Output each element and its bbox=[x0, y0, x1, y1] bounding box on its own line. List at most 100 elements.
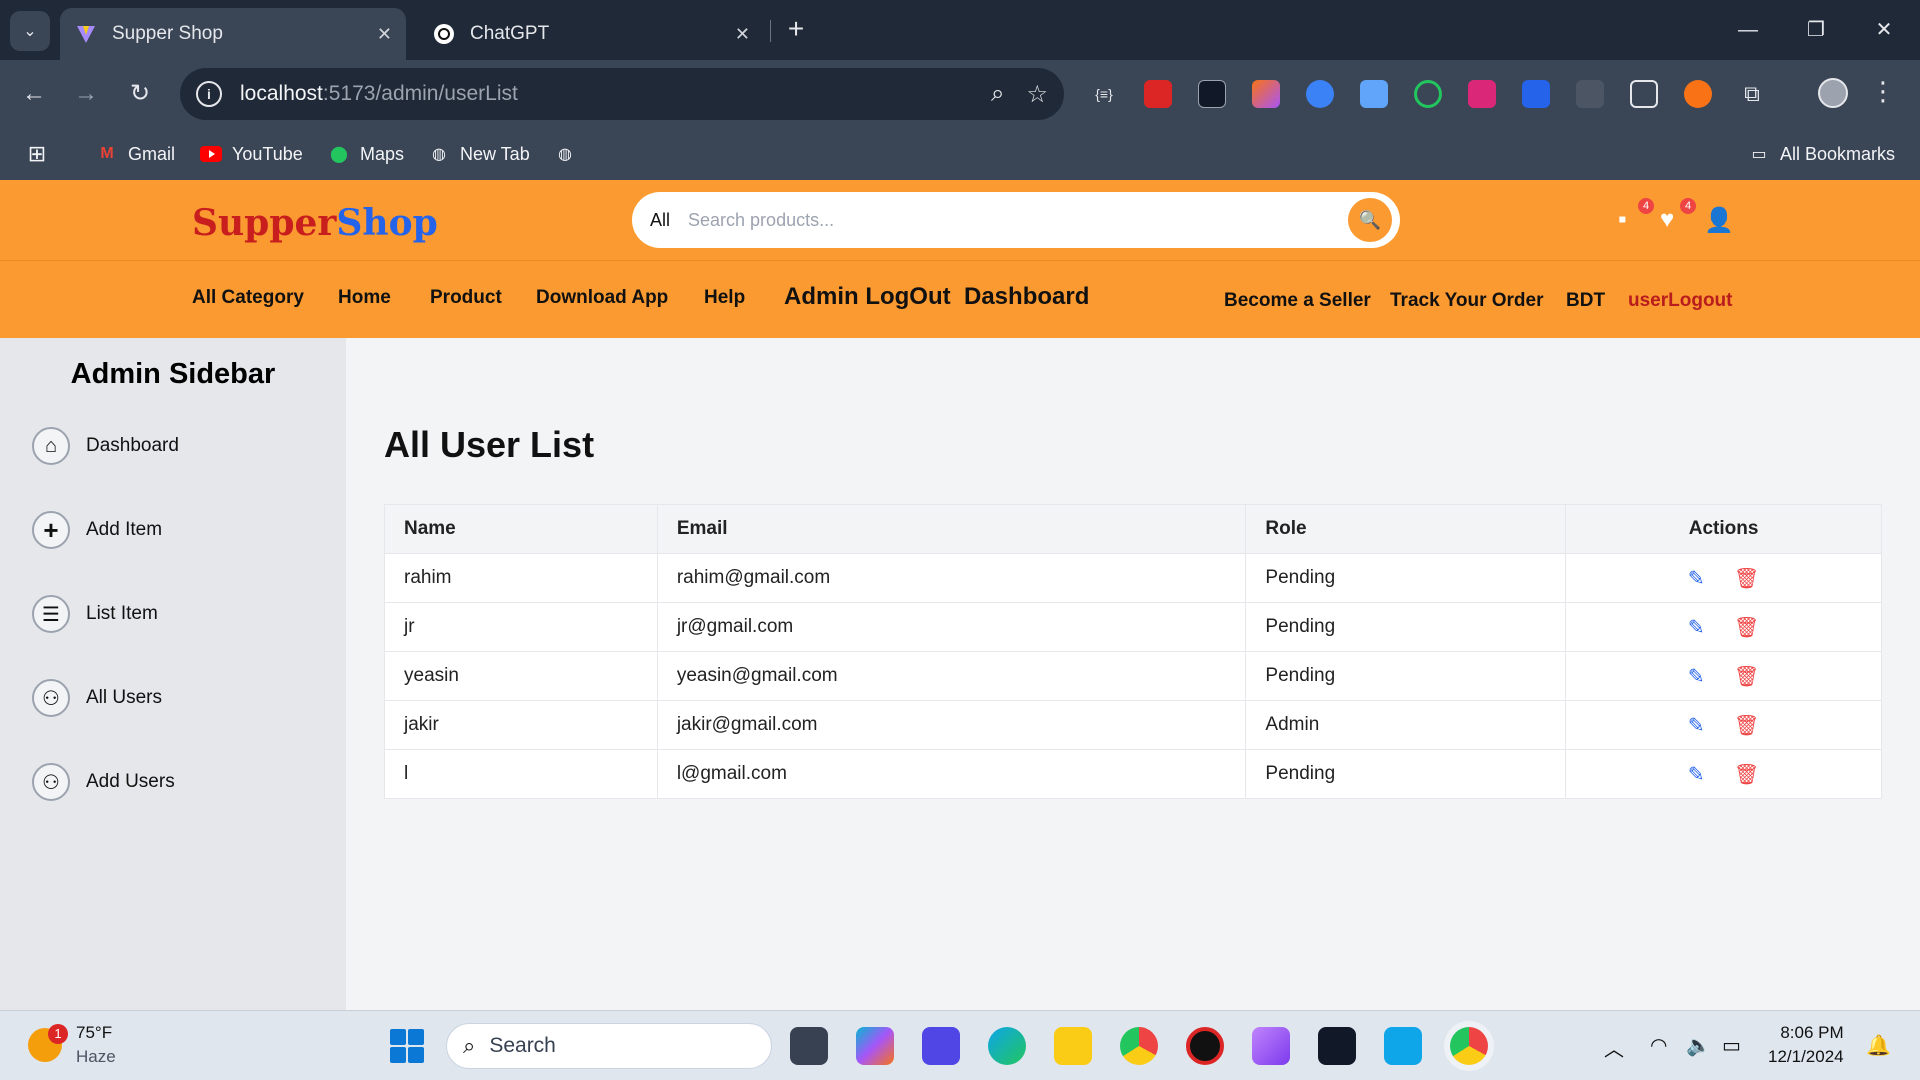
weather-widget[interactable]: 1 75°F Haze bbox=[28, 1021, 116, 1069]
taskbar-search[interactable]: ⌕ Search bbox=[446, 1023, 772, 1069]
tray-chevron-up-icon[interactable]: ︿ bbox=[1604, 1033, 1624, 1062]
cart-button[interactable]: ▪ 4 bbox=[1618, 198, 1654, 234]
extension-paw-icon[interactable] bbox=[1144, 80, 1172, 108]
sidebar-item-all-users[interactable]: ⚇ All Users bbox=[32, 678, 162, 718]
zoom-icon[interactable]: ⌕ bbox=[991, 80, 1004, 108]
wifi-icon[interactable]: ◠ bbox=[1650, 1033, 1667, 1058]
search-input[interactable] bbox=[688, 209, 1348, 231]
trash-icon[interactable]: 🗑 bbox=[1734, 615, 1759, 640]
nav-help[interactable]: Help bbox=[704, 287, 745, 309]
nav-currency[interactable]: BDT bbox=[1566, 290, 1605, 312]
file-explorer-icon[interactable] bbox=[1054, 1027, 1092, 1065]
volume-icon[interactable]: 🔈 bbox=[1686, 1033, 1711, 1058]
extension-json-icon[interactable]: {≡} bbox=[1090, 80, 1118, 108]
bookmark-gmail[interactable]: M Gmail bbox=[96, 140, 175, 168]
table-row: jr jr@gmail.com Pending ✎ 🗑 bbox=[384, 602, 1882, 652]
edit-icon[interactable]: ✎ bbox=[1688, 566, 1705, 591]
copilot-icon[interactable] bbox=[856, 1027, 894, 1065]
user-name-cell: jr bbox=[384, 602, 658, 652]
nav-download-app[interactable]: Download App bbox=[536, 287, 668, 309]
apps-grid-icon[interactable]: ⊞ bbox=[26, 140, 58, 168]
nav-product[interactable]: Product bbox=[430, 287, 502, 309]
column-header-email: Email bbox=[656, 504, 1247, 554]
restore-button[interactable]: ❐ bbox=[1786, 12, 1846, 48]
extension-screen-icon[interactable] bbox=[1630, 80, 1658, 108]
back-button[interactable]: ← bbox=[16, 76, 52, 112]
sidebar-item-dashboard[interactable]: ⌂ Dashboard bbox=[32, 426, 179, 466]
bookmark-maps[interactable]: ⬤ Maps bbox=[328, 140, 404, 168]
extension-drop-icon[interactable] bbox=[1306, 80, 1334, 108]
all-bookmarks[interactable]: ▭ All Bookmarks bbox=[1748, 140, 1895, 168]
sidebar-item-add-item[interactable]: + Add Item bbox=[32, 510, 162, 550]
forward-button[interactable]: → bbox=[68, 76, 104, 112]
extensions-puzzle-icon[interactable]: ⧉ bbox=[1738, 80, 1766, 108]
trash-icon[interactable]: 🗑 bbox=[1734, 762, 1759, 787]
close-tab-icon[interactable]: ✕ bbox=[735, 24, 750, 45]
task-view-icon[interactable] bbox=[790, 1027, 828, 1065]
nav-all-category[interactable]: All Category bbox=[192, 287, 304, 309]
trash-icon[interactable]: 🗑 bbox=[1734, 664, 1759, 689]
site-header: SupperShop All 🔍 ▪ 4 ♥ 4 👤 bbox=[0, 180, 1920, 260]
users-icon: ⚇ bbox=[32, 679, 70, 717]
trash-icon[interactable]: 🗑 bbox=[1734, 713, 1759, 738]
edge-icon[interactable] bbox=[988, 1027, 1026, 1065]
user-name-cell: rahim bbox=[384, 553, 658, 603]
bookmark-globe[interactable]: ◍ bbox=[554, 140, 586, 168]
extension-target-icon[interactable] bbox=[1414, 80, 1442, 108]
search-button[interactable]: 🔍 bbox=[1348, 198, 1392, 242]
bookmark-star-icon[interactable]: ☆ bbox=[1026, 80, 1048, 109]
wishlist-button[interactable]: ♥ 4 bbox=[1660, 198, 1696, 234]
bookmark-new-tab[interactable]: ◍ New Tab bbox=[428, 140, 530, 168]
extension-recycle-icon[interactable] bbox=[1576, 80, 1604, 108]
nav-dashboard[interactable]: Dashboard bbox=[964, 283, 1089, 311]
extension-pen-icon[interactable] bbox=[1252, 80, 1280, 108]
site-info-icon[interactable]: i bbox=[196, 81, 222, 107]
battery-icon[interactable]: ▭ bbox=[1722, 1033, 1741, 1058]
reload-button[interactable]: ↻ bbox=[122, 76, 158, 112]
chrome-active-icon[interactable] bbox=[1450, 1027, 1488, 1065]
chrome-icon[interactable] bbox=[1120, 1027, 1158, 1065]
edit-icon[interactable]: ✎ bbox=[1688, 615, 1705, 640]
nav-become-seller[interactable]: Become a Seller bbox=[1224, 290, 1371, 312]
nav-user-logout[interactable]: userLogout bbox=[1628, 290, 1733, 312]
trash-icon[interactable]: 🗑 bbox=[1734, 566, 1759, 591]
browser-menu-icon[interactable]: ⋮ bbox=[1870, 76, 1896, 107]
windows-start-icon[interactable] bbox=[390, 1029, 424, 1063]
tab-search-button[interactable]: ⌄ bbox=[10, 11, 50, 51]
sidebar-item-list-item[interactable]: ☰ List Item bbox=[32, 594, 158, 634]
extension-eyedropper-icon[interactable] bbox=[1198, 80, 1226, 108]
nav-admin-logout[interactable]: Admin LogOut bbox=[784, 283, 951, 311]
minimize-button[interactable]: — bbox=[1718, 12, 1778, 48]
extension-window-icon[interactable] bbox=[1468, 80, 1496, 108]
system-clock[interactable]: 8:06 PM 12/1/2024 bbox=[1768, 1021, 1844, 1069]
edit-icon[interactable]: ✎ bbox=[1688, 762, 1705, 787]
sidebar-item-add-users[interactable]: ⚇ Add Users bbox=[32, 762, 175, 802]
close-window-button[interactable]: ✕ bbox=[1854, 12, 1914, 48]
tab-supper-shop[interactable]: Supper Shop ✕ bbox=[60, 8, 406, 60]
feather-app-icon[interactable] bbox=[1252, 1027, 1290, 1065]
page-title: All User List bbox=[384, 424, 595, 465]
notification-bell-icon[interactable]: 🔔 bbox=[1866, 1033, 1891, 1058]
nav-home[interactable]: Home bbox=[338, 287, 391, 309]
recorder-icon[interactable] bbox=[1186, 1027, 1224, 1065]
vscode-icon[interactable] bbox=[1384, 1027, 1422, 1065]
terminal-icon[interactable] bbox=[1318, 1027, 1356, 1065]
extension-docs-icon[interactable] bbox=[1360, 80, 1388, 108]
close-tab-icon[interactable]: ✕ bbox=[377, 24, 392, 45]
new-tab-button[interactable]: + bbox=[780, 14, 812, 46]
search-category-select[interactable]: All bbox=[650, 210, 670, 231]
extension-download-icon[interactable] bbox=[1522, 80, 1550, 108]
teams-icon[interactable] bbox=[922, 1027, 960, 1065]
extension-orange-icon[interactable] bbox=[1684, 80, 1712, 108]
user-role-cell: Pending bbox=[1245, 553, 1567, 603]
nav-track-order[interactable]: Track Your Order bbox=[1390, 290, 1543, 312]
site-logo[interactable]: SupperShop bbox=[192, 202, 438, 244]
user-account-button[interactable]: 👤 bbox=[1704, 206, 1734, 234]
edit-icon[interactable]: ✎ bbox=[1688, 664, 1705, 689]
profile-avatar[interactable] bbox=[1818, 78, 1848, 108]
url-text[interactable]: localhost:5173/admin/userList bbox=[240, 82, 969, 106]
bookmark-youtube[interactable]: YouTube bbox=[200, 140, 303, 168]
tab-chatgpt[interactable]: ChatGPT ✕ bbox=[418, 8, 764, 60]
address-bar[interactable]: i localhost:5173/admin/userList ⌕ ☆ bbox=[180, 68, 1064, 120]
edit-icon[interactable]: ✎ bbox=[1688, 713, 1705, 738]
